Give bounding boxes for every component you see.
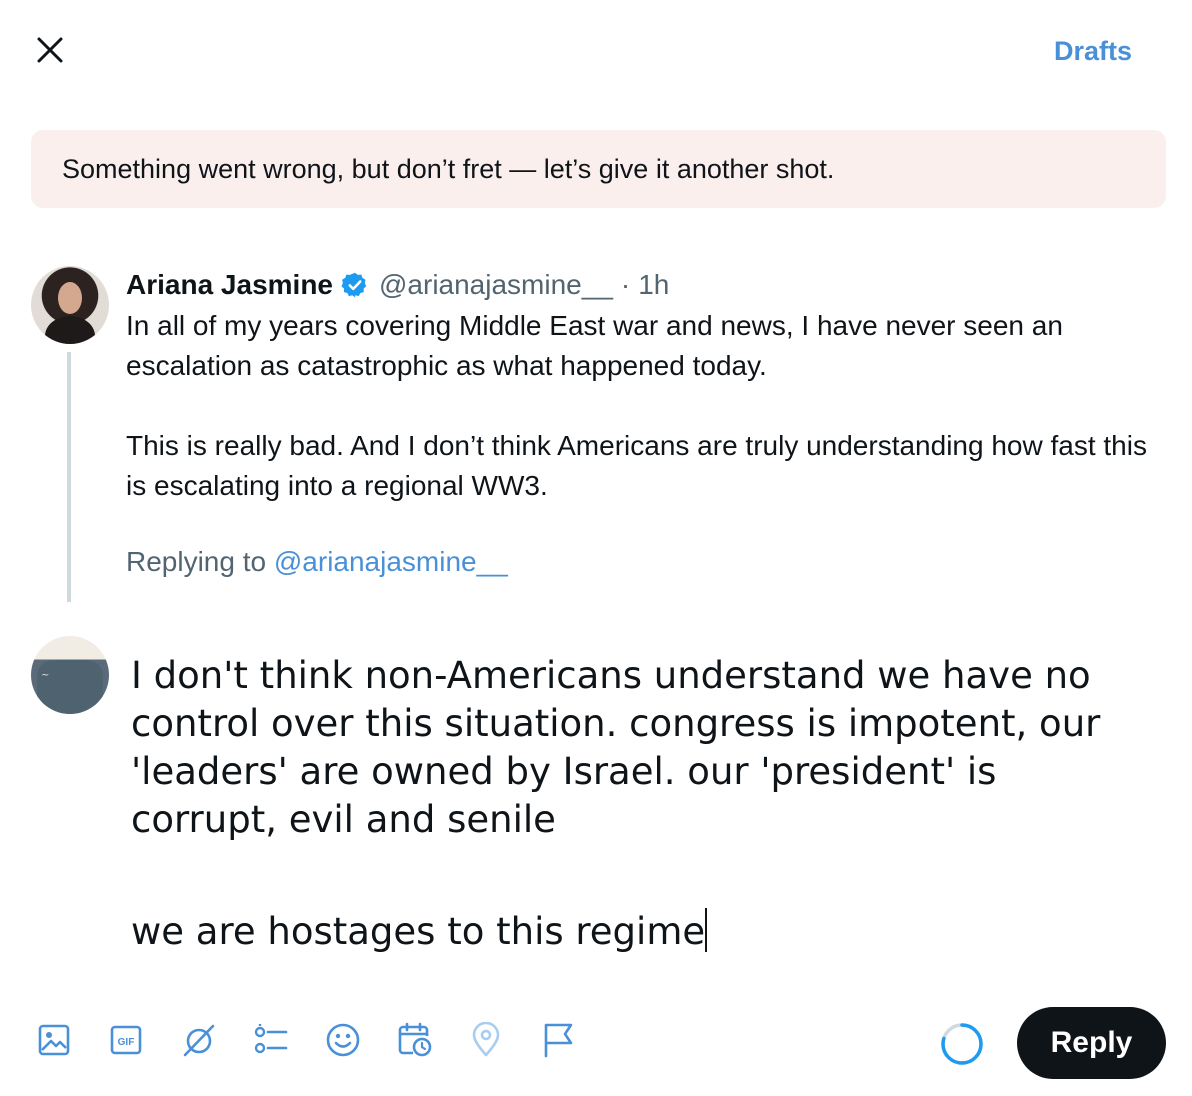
author-handle[interactable]: @arianajasmine__ <box>379 269 613 301</box>
content-warning-button[interactable] <box>538 1018 610 1066</box>
location-icon <box>469 1021 503 1063</box>
tag-location-button[interactable] <box>466 1018 538 1066</box>
add-gif-button[interactable]: GIF <box>106 1018 178 1066</box>
drafts-button[interactable]: Drafts <box>1054 36 1132 67</box>
tweet-body: In all of my years covering Middle East … <box>126 310 1147 501</box>
text-caret <box>705 908 708 952</box>
image-icon <box>37 1023 71 1062</box>
replying-handle-link[interactable]: @arianajasmine__ <box>274 546 508 577</box>
close-icon <box>36 36 64 69</box>
poll-icon <box>253 1023 289 1062</box>
gif-icon: GIF <box>109 1023 143 1062</box>
svg-text:GIF: GIF <box>118 1037 135 1048</box>
compose-paragraph-1: I don't think non-Americans understand w… <box>131 654 1101 841</box>
tweet-header: Ariana Jasmine @arianajasmine__ · 1h <box>126 266 1166 304</box>
reply-button[interactable]: Reply <box>1017 1007 1166 1079</box>
compose-paragraph-2: we are hostages to this regime <box>131 908 708 953</box>
separator-dot: · <box>620 269 631 300</box>
add-emoji-button[interactable] <box>322 1018 394 1066</box>
grok-button[interactable] <box>178 1018 250 1066</box>
original-tweet: Ariana Jasmine @arianajasmine__ · 1h In … <box>126 266 1166 578</box>
schedule-button[interactable] <box>394 1018 466 1066</box>
original-author-avatar[interactable] <box>31 266 109 344</box>
close-button[interactable] <box>26 30 74 74</box>
emoji-icon <box>325 1022 361 1063</box>
author-name[interactable]: Ariana Jasmine <box>126 269 333 301</box>
error-banner: Something went wrong, but don’t fret — l… <box>31 130 1166 208</box>
user-avatar[interactable]: ~ <box>31 636 109 714</box>
flag-icon <box>541 1022 575 1063</box>
compose-toolbar: GIF <box>34 1018 610 1066</box>
grok-icon <box>181 1022 217 1063</box>
reply-compose-input[interactable]: I don't think non-Americans understand w… <box>131 652 1141 956</box>
error-message: Something went wrong, but don’t fret — l… <box>62 153 835 184</box>
character-count-progress <box>939 1021 985 1067</box>
add-poll-button[interactable] <box>250 1018 322 1066</box>
add-media-button[interactable] <box>34 1018 106 1066</box>
replying-prefix: Replying to <box>126 546 267 577</box>
verified-badge-icon <box>341 271 369 299</box>
tweet-time[interactable]: 1h <box>638 269 669 301</box>
replying-to: Replying to @arianajasmine__ <box>126 546 1166 578</box>
thread-line <box>67 352 71 602</box>
schedule-icon <box>397 1022 433 1063</box>
